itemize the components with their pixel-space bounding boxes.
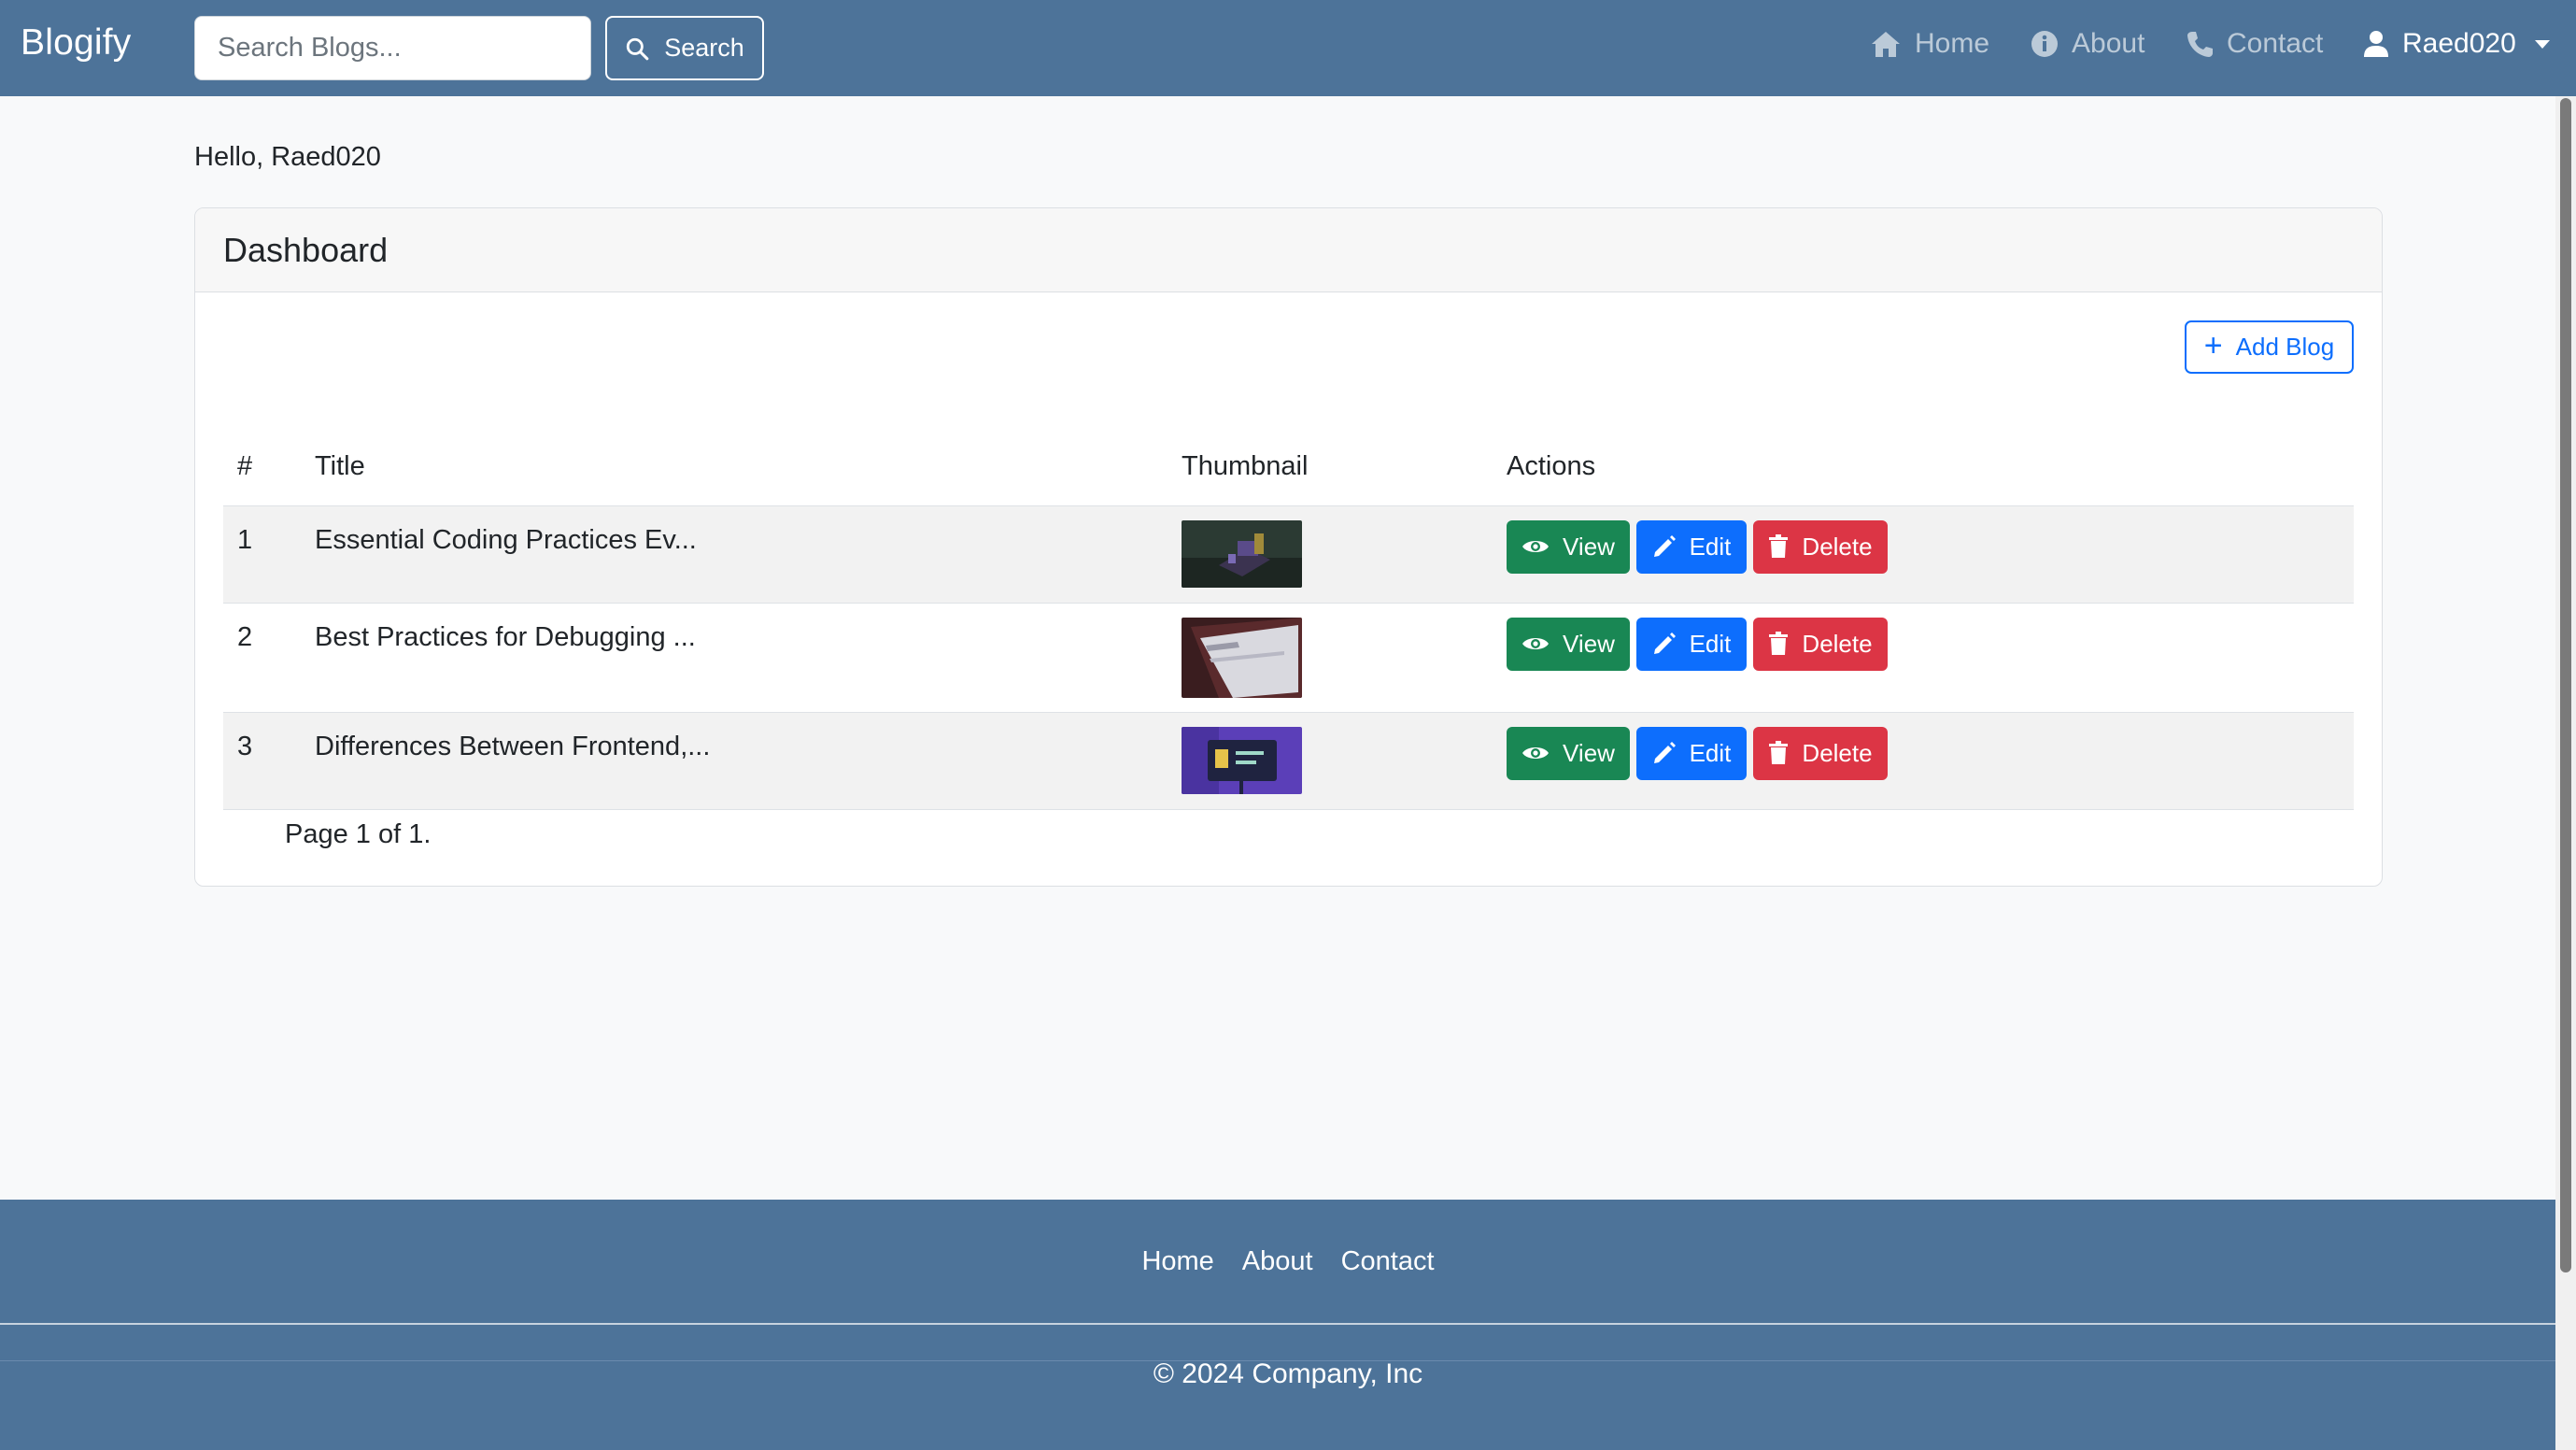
user-menu-dropdown[interactable]: Raed020: [2363, 28, 2550, 60]
add-blog-label: Add Blog: [2235, 333, 2335, 361]
table-header-row: # Title Thumbnail Actions: [223, 423, 2354, 506]
card-title: Dashboard: [223, 230, 389, 269]
pencil-icon: [1653, 742, 1676, 763]
delete-button[interactable]: Delete: [1753, 519, 1888, 574]
edit-label: Edit: [1689, 532, 1732, 561]
row-title: Best Practices for Debugging ...: [315, 603, 1182, 713]
eye-icon: [1522, 638, 1550, 649]
footer-divider: [0, 1323, 2576, 1325]
header-title: Title: [315, 423, 1182, 506]
footer-link-home[interactable]: Home: [1141, 1246, 1213, 1277]
page-footer: Home About Contact © 2024 Company, Inc: [0, 1200, 2576, 1450]
trash-icon: [1769, 741, 1789, 764]
header-num: #: [223, 423, 315, 506]
delete-button[interactable]: Delete: [1753, 726, 1888, 780]
delete-label: Delete: [1802, 532, 1873, 561]
thumbnail-image: [1182, 617, 1302, 698]
trash-icon: [1769, 534, 1789, 558]
pencil-icon: [1653, 535, 1676, 557]
scrollbar-thumb[interactable]: [2560, 98, 2571, 1272]
view-button[interactable]: View: [1507, 726, 1630, 780]
footer-link-about[interactable]: About: [1242, 1246, 1313, 1277]
edit-button[interactable]: Edit: [1636, 617, 1747, 671]
dashboard-card: Dashboard + Add Blog # Title Thumbnail A…: [194, 207, 2383, 887]
row-title: Essential Coding Practices Ev...: [315, 505, 1182, 604]
footer-link-contact[interactable]: Contact: [1341, 1246, 1435, 1277]
pagination-text: Page 1 of 1.: [285, 819, 432, 849]
view-button[interactable]: View: [1507, 519, 1630, 574]
row-number: 1: [223, 505, 315, 604]
nav-link-home-label: Home: [1915, 28, 1990, 59]
copyright-text: © 2024 Company, Inc: [1153, 1358, 1423, 1389]
edit-button[interactable]: Edit: [1636, 726, 1747, 780]
brand-logo[interactable]: Blogify: [21, 22, 131, 64]
blogs-table: # Title Thumbnail Actions 1 Essential Co…: [223, 423, 2354, 810]
thumbnail-image: [1182, 519, 1302, 588]
edit-label: Edit: [1689, 629, 1732, 658]
header-thumbnail: Thumbnail: [1182, 423, 1507, 506]
delete-label: Delete: [1802, 629, 1873, 658]
plus-icon: +: [2203, 327, 2223, 363]
vertical-scrollbar[interactable]: [2555, 96, 2576, 1450]
user-menu-label: Raed020: [2402, 28, 2516, 59]
delete-button[interactable]: Delete: [1753, 617, 1888, 671]
nav-link-about-label: About: [2072, 28, 2145, 59]
thumbnail-image: [1182, 726, 1302, 794]
nav-link-about[interactable]: About: [2031, 28, 2144, 60]
home-icon: [1872, 32, 1900, 57]
row-number: 3: [223, 712, 315, 810]
info-icon: [2031, 31, 2058, 57]
edit-button[interactable]: Edit: [1636, 519, 1747, 574]
search-button[interactable]: Search: [605, 16, 764, 80]
table-row: 1 Essential Coding Practices Ev... View …: [223, 505, 2354, 604]
chevron-down-icon: [2534, 39, 2550, 49]
row-title: Differences Between Frontend,...: [315, 712, 1182, 810]
view-button[interactable]: View: [1507, 617, 1630, 671]
view-label: View: [1563, 532, 1615, 561]
footer-nav: Home About Contact: [0, 1246, 2576, 1277]
add-blog-button[interactable]: + Add Blog: [2185, 320, 2354, 374]
view-label: View: [1563, 738, 1615, 767]
top-navbar: Blogify Search Home About Contact Raed02…: [0, 0, 2576, 96]
header-actions: Actions: [1507, 423, 2354, 506]
nav-link-contact-label: Contact: [2227, 28, 2324, 59]
greeting-text: Hello, Raed020: [194, 142, 381, 172]
row-number: 2: [223, 603, 315, 713]
eye-icon: [1522, 541, 1550, 552]
user-icon: [2364, 31, 2388, 57]
eye-icon: [1522, 747, 1550, 759]
table-row: 3 Differences Between Frontend,... View …: [223, 712, 2354, 810]
phone-icon: [2187, 32, 2213, 57]
search-icon: [627, 37, 649, 60]
search-input[interactable]: [194, 16, 591, 80]
nav-link-contact[interactable]: Contact: [2186, 28, 2323, 60]
trash-icon: [1769, 632, 1789, 655]
view-label: View: [1563, 629, 1615, 658]
search-button-label: Search: [664, 34, 744, 62]
nav-link-home[interactable]: Home: [1870, 28, 1989, 60]
table-row: 2 Best Practices for Debugging ... View …: [223, 603, 2354, 713]
card-header: Dashboard: [195, 208, 2382, 292]
pencil-icon: [1653, 633, 1676, 654]
edit-label: Edit: [1689, 738, 1732, 767]
delete-label: Delete: [1802, 738, 1873, 767]
